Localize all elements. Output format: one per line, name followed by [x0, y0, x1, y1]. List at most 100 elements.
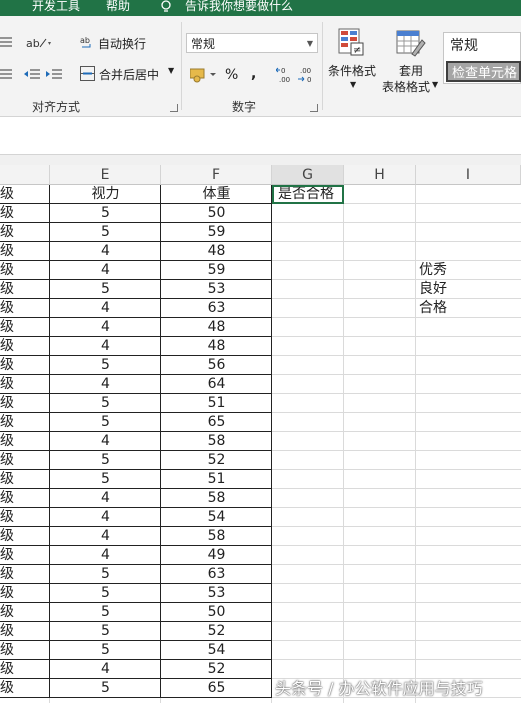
- cell-class[interactable]: 级: [0, 603, 50, 622]
- column-header-g[interactable]: G: [272, 165, 344, 185]
- cell-weight[interactable]: 48: [161, 337, 272, 356]
- percent-button[interactable]: %: [225, 67, 238, 83]
- cell-vision[interactable]: 4: [50, 299, 161, 318]
- cell-vision[interactable]: 5: [50, 394, 161, 413]
- cell-class[interactable]: 级: [0, 622, 50, 641]
- orientation-button[interactable]: ab: [26, 34, 52, 50]
- cell-weight[interactable]: 50: [161, 204, 272, 223]
- cell-vision[interactable]: 4: [50, 375, 161, 394]
- cell-weight[interactable]: 52: [161, 451, 272, 470]
- header-cell-weight[interactable]: 体重: [161, 185, 272, 204]
- cell-class[interactable]: 级: [0, 565, 50, 584]
- cell-vision[interactable]: 4: [50, 337, 161, 356]
- cell-weight[interactable]: 53: [161, 584, 272, 603]
- cell-vision[interactable]: 5: [50, 603, 161, 622]
- cell-class[interactable]: 级: [0, 470, 50, 489]
- indent-button[interactable]: [46, 67, 62, 81]
- decrease-decimal-button[interactable]: .00 0: [297, 66, 315, 84]
- cell-vision[interactable]: 5: [50, 622, 161, 641]
- cell-weight[interactable]: 48: [161, 318, 272, 337]
- cell-class[interactable]: 级: [0, 337, 50, 356]
- cell-class[interactable]: 级: [0, 679, 50, 698]
- cell-weight[interactable]: 65: [161, 679, 272, 698]
- outdent-button[interactable]: [24, 67, 40, 81]
- cell-weight[interactable]: 53: [161, 280, 272, 299]
- cell-vision[interactable]: 4: [50, 508, 161, 527]
- comma-button[interactable]: ,: [251, 66, 256, 82]
- cell-class[interactable]: 级: [0, 413, 50, 432]
- style-check-cell[interactable]: 检查单元格: [446, 61, 521, 82]
- number-dialog-launcher-icon[interactable]: [310, 104, 318, 112]
- cell-vision[interactable]: 4: [50, 242, 161, 261]
- cell-weight[interactable]: 54: [161, 641, 272, 660]
- cell-class[interactable]: 级: [0, 527, 50, 546]
- column-header-f[interactable]: F: [161, 165, 272, 185]
- column-header-e[interactable]: E: [50, 165, 161, 185]
- cell-weight[interactable]: 56: [161, 356, 272, 375]
- cell-class[interactable]: 级: [0, 375, 50, 394]
- cell-vision[interactable]: 5: [50, 280, 161, 299]
- cell-vision[interactable]: 4: [50, 527, 161, 546]
- cell-class[interactable]: 级: [0, 489, 50, 508]
- cell-vision[interactable]: 5: [50, 451, 161, 470]
- column-header-i[interactable]: I: [416, 165, 521, 185]
- increase-decimal-button[interactable]: 0.00: [275, 66, 294, 84]
- cell-class[interactable]: 级: [0, 660, 50, 679]
- column-header-h[interactable]: H: [344, 165, 416, 185]
- cell-weight[interactable]: 63: [161, 299, 272, 318]
- cell-class[interactable]: 级: [0, 223, 50, 242]
- cell-vision[interactable]: 5: [50, 204, 161, 223]
- header-cell-vision[interactable]: 视力: [50, 185, 161, 204]
- cell-vision[interactable]: 4: [50, 261, 161, 280]
- column-header-d[interactable]: [0, 165, 50, 185]
- cell-vision[interactable]: 5: [50, 356, 161, 375]
- currency-format-button[interactable]: [189, 67, 218, 83]
- grade-list-item[interactable]: 优秀: [416, 261, 521, 280]
- lightbulb-icon[interactable]: [160, 0, 172, 14]
- cell-weight[interactable]: 63: [161, 565, 272, 584]
- cell-class[interactable]: 级: [0, 584, 50, 603]
- active-cell-selection[interactable]: [272, 185, 344, 204]
- cell-vision[interactable]: 4: [50, 318, 161, 337]
- align-dialog-launcher-icon[interactable]: [170, 104, 178, 112]
- align-left-button[interactable]: [0, 34, 14, 48]
- cell-weight[interactable]: 58: [161, 489, 272, 508]
- cell-class[interactable]: 级: [0, 204, 50, 223]
- cell-weight[interactable]: 54: [161, 508, 272, 527]
- format-as-table-button[interactable]: 套用 表格格式 ▼: [382, 24, 442, 96]
- cell-vision[interactable]: 4: [50, 546, 161, 565]
- cell-class[interactable]: 级: [0, 394, 50, 413]
- style-normal[interactable]: 常规: [446, 35, 521, 57]
- cell-weight[interactable]: 64: [161, 375, 272, 394]
- cell-class[interactable]: 级: [0, 451, 50, 470]
- cell-vision[interactable]: 5: [50, 679, 161, 698]
- cell-class[interactable]: 级: [0, 280, 50, 299]
- cell-weight[interactable]: 52: [161, 660, 272, 679]
- cell-weight[interactable]: 59: [161, 223, 272, 242]
- cell-class[interactable]: 级: [0, 546, 50, 565]
- cell-class[interactable]: 级: [0, 261, 50, 280]
- cell-class[interactable]: 级: [0, 641, 50, 660]
- cell-class[interactable]: 级: [0, 242, 50, 261]
- number-format-dropdown[interactable]: 常规 ▼: [186, 33, 318, 53]
- cell-vision[interactable]: 4: [50, 432, 161, 451]
- cell-class[interactable]: 级: [0, 299, 50, 318]
- cell-weight[interactable]: 52: [161, 622, 272, 641]
- conditional-format-button[interactable]: ≠ 条件格式 ▼: [328, 24, 380, 96]
- cell-vision[interactable]: 5: [50, 565, 161, 584]
- cell-vision[interactable]: 5: [50, 413, 161, 432]
- tab-help[interactable]: 帮助: [106, 0, 130, 16]
- cell-weight[interactable]: 50: [161, 603, 272, 622]
- cell-vision[interactable]: 5: [50, 223, 161, 242]
- cell-vision[interactable]: 5: [50, 641, 161, 660]
- cell-weight[interactable]: 58: [161, 432, 272, 451]
- cell-vision[interactable]: 4: [50, 489, 161, 508]
- tab-developer[interactable]: 开发工具: [32, 0, 80, 16]
- cell-vision[interactable]: 5: [50, 470, 161, 489]
- cell-vision[interactable]: 4: [50, 660, 161, 679]
- cell-class[interactable]: 级: [0, 432, 50, 451]
- merge-dropdown-icon[interactable]: ▼: [168, 66, 174, 75]
- grade-list-item[interactable]: 合格: [416, 299, 521, 318]
- cell-weight[interactable]: 59: [161, 261, 272, 280]
- cell-class[interactable]: 级: [0, 508, 50, 527]
